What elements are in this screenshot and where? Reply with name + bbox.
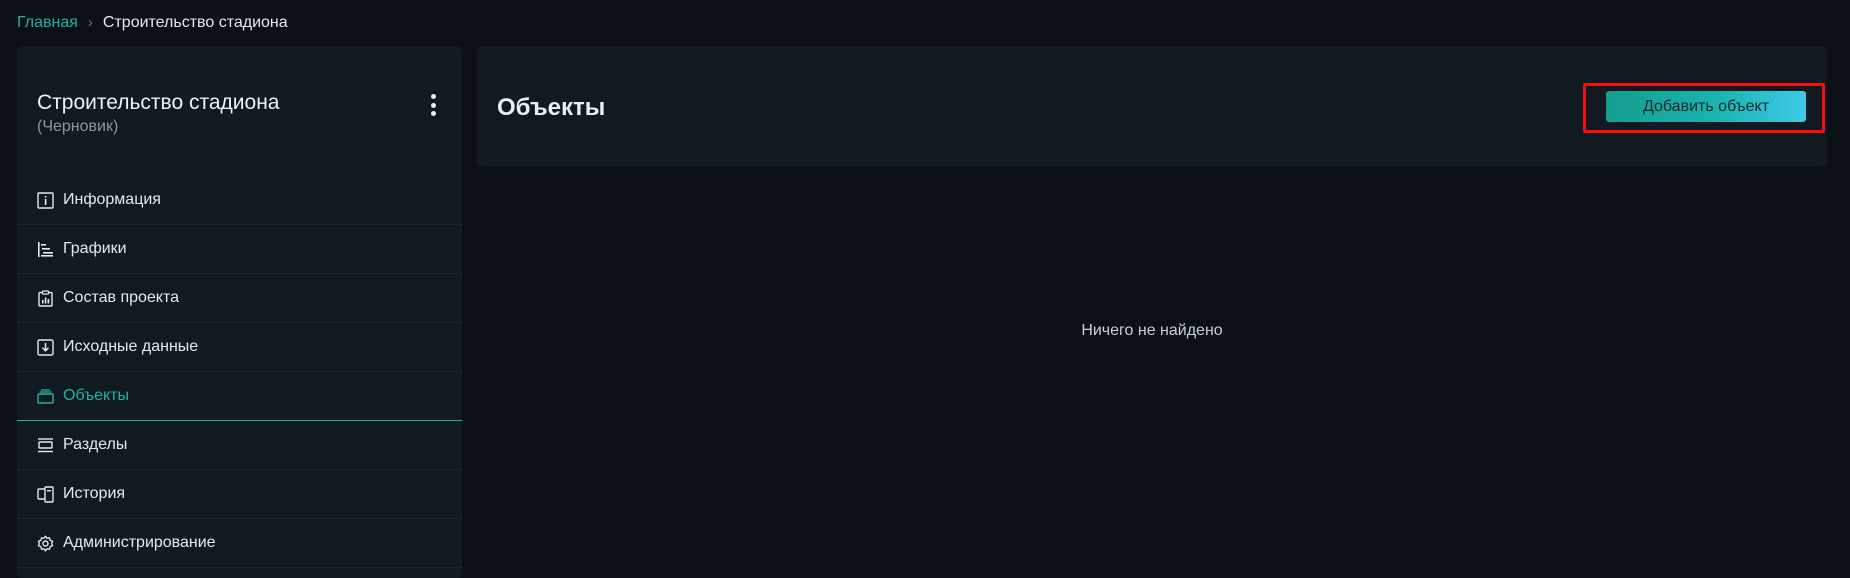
sidebar-item-sections[interactable]: Разделы bbox=[17, 421, 462, 470]
chevron-right-icon: › bbox=[87, 14, 93, 31]
history-icon bbox=[37, 485, 54, 503]
sidebar: Строительство стадиона (Черновик) Информ… bbox=[17, 46, 462, 578]
breadcrumb-home-link[interactable]: Главная bbox=[17, 13, 78, 33]
sidebar-item-project-structure[interactable]: Состав проекта bbox=[17, 274, 462, 323]
content-header: Объекты Добавить объект bbox=[477, 46, 1827, 166]
gantt-icon bbox=[37, 241, 54, 258]
breadcrumb: Главная › Строительство стадиона bbox=[17, 13, 288, 33]
clipboard-chart-icon bbox=[37, 289, 54, 307]
sidebar-item-label: Графики bbox=[63, 240, 127, 257]
sidebar-item-label: Объекты bbox=[63, 387, 129, 404]
sidebar-item-label: Информация bbox=[63, 191, 161, 208]
sidebar-item-info[interactable]: Информация bbox=[17, 176, 462, 225]
gear-icon bbox=[37, 535, 54, 552]
sections-icon bbox=[37, 437, 54, 454]
sidebar-item-label: История bbox=[63, 485, 126, 502]
project-header: Строительство стадиона (Черновик) bbox=[17, 46, 462, 176]
sidebar-item-administration[interactable]: Администрирование bbox=[17, 519, 462, 568]
sidebar-menu: Информация Графики Состав проекта Исходн… bbox=[17, 176, 462, 568]
more-options-icon[interactable] bbox=[426, 94, 440, 116]
info-icon bbox=[37, 191, 54, 209]
breadcrumb-current: Строительство стадиона bbox=[102, 14, 288, 31]
add-object-button[interactable]: Добавить объект bbox=[1606, 91, 1806, 122]
sidebar-item-label: Состав проекта bbox=[63, 289, 180, 306]
layers-icon bbox=[37, 388, 54, 405]
sidebar-item-source-data[interactable]: Исходные данные bbox=[17, 323, 462, 372]
sidebar-item-label: Исходные данные bbox=[63, 338, 199, 355]
page-title: Объекты bbox=[497, 94, 606, 121]
project-status: (Черновик) bbox=[37, 118, 119, 135]
project-title: Строительство стадиона bbox=[37, 91, 280, 114]
sidebar-item-charts[interactable]: Графики bbox=[17, 225, 462, 274]
empty-state-message: Ничего не найдено bbox=[1081, 322, 1223, 339]
sidebar-item-label: Администрирование bbox=[63, 534, 216, 551]
sidebar-item-history[interactable]: История bbox=[17, 470, 462, 519]
download-box-icon bbox=[37, 338, 54, 356]
sidebar-item-label: Разделы bbox=[63, 436, 128, 453]
sidebar-item-objects[interactable]: Объекты bbox=[17, 372, 462, 421]
